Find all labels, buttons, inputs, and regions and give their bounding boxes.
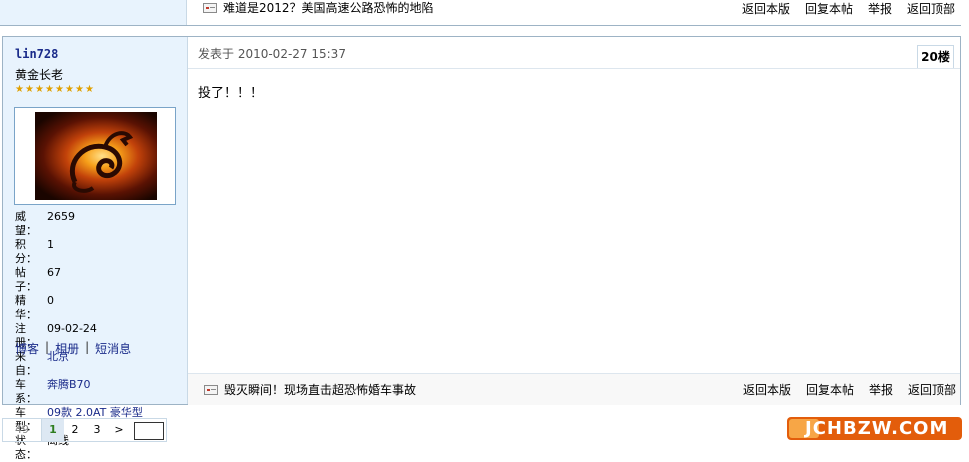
post-content: 投了！！！	[198, 86, 264, 101]
watermark-text: JCHBZW.COM	[805, 418, 949, 439]
total-pages: 49	[3, 419, 42, 441]
stat-value: 2659	[47, 210, 75, 223]
previous-post-title[interactable]: 难道是2012？美国高速公路恐怖的地陷	[223, 0, 434, 16]
page-link[interactable]: 2	[64, 419, 86, 441]
author-username[interactable]: lin728	[15, 47, 58, 61]
post-footer: 毁灭瞬间！现场直击超恐怖婚车事故 返回本版 回复本帖 举报 返回顶部	[188, 373, 960, 405]
stat-label: 威望：	[15, 210, 37, 237]
rank-star-icon: ★	[15, 84, 24, 95]
floor-number[interactable]: 20楼	[917, 45, 954, 68]
related-post-link[interactable]: 毁灭瞬间！现场直击超恐怖婚车事故	[204, 381, 416, 398]
pagination: 49 1 2 3 >	[2, 418, 167, 442]
separator: |	[85, 340, 90, 354]
dragon-icon	[69, 131, 134, 193]
related-post-title[interactable]: 毁灭瞬间！现场直击超恐怖婚车事故	[224, 381, 416, 398]
previous-post-actions: 返回本版 回复本帖 举报 返回顶部	[742, 0, 955, 17]
author-rank: 黄金长老	[15, 68, 64, 82]
message-link[interactable]: 短消息	[95, 340, 131, 357]
post-actions: 返回本版 回复本帖 举报 返回顶部	[743, 381, 956, 398]
stat-label: 帖子：	[15, 266, 37, 293]
previous-post-footer: 难道是2012？美国高速公路恐怖的地陷 返回本版 回复本帖 举报 返回顶部	[0, 0, 961, 26]
rank-star-icon: ★	[35, 84, 44, 95]
back-to-top-link[interactable]: 返回顶部	[907, 0, 955, 17]
stat-label: 精华：	[15, 294, 37, 321]
forum-post: lin728 黄金长老 ★ ★ ★ ★ ★ ★ ★ ★ 威望： 2659 积分： 1 帖子： 67 精华：…	[2, 36, 961, 461]
post-icon	[204, 384, 218, 395]
stat-value[interactable]: 奔腾B70	[47, 378, 91, 406]
author-stat-row: 帖子： 67	[15, 266, 143, 294]
stat-value: 1	[47, 238, 54, 251]
stat-value: 67	[47, 266, 61, 279]
report-link[interactable]: 举报	[869, 381, 893, 398]
author-stat-row: 车系： 奔腾B70	[15, 378, 143, 406]
stat-label: 积分：	[15, 238, 37, 265]
previous-post-author-column	[0, 0, 187, 25]
back-to-top-link[interactable]: 返回顶部	[908, 381, 956, 398]
post-timestamp: 发表于 2010-02-27 15:37	[198, 47, 346, 61]
album-link[interactable]: 相册	[55, 340, 79, 357]
back-to-board-link[interactable]: 返回本版	[742, 0, 790, 17]
post-body: 发表于 2010-02-27 15:37 20楼 投了！！！ 毁灭瞬间！现场直击…	[188, 37, 960, 405]
author-sidebar: lin728 黄金长老 ★ ★ ★ ★ ★ ★ ★ ★ 威望： 2659 积分： 1 帖子： 67 精华：…	[3, 37, 188, 461]
author-stat-row: 威望： 2659	[15, 210, 143, 238]
stat-value: 0	[47, 294, 54, 307]
rank-star-icon: ★	[65, 84, 74, 95]
stat-label: 车系：	[15, 378, 37, 405]
next-page-button[interactable]: >	[108, 419, 130, 441]
post-header: 发表于 2010-02-27 15:37 20楼	[188, 37, 960, 69]
rank-star-icon: ★	[75, 84, 84, 95]
back-to-board-link[interactable]: 返回本版	[743, 381, 791, 398]
reply-post-link[interactable]: 回复本帖	[806, 381, 854, 398]
author-rank-stars: ★ ★ ★ ★ ★ ★ ★ ★	[15, 85, 95, 95]
separator: |	[45, 340, 50, 354]
page-link[interactable]: 3	[86, 419, 108, 441]
page-jump-input[interactable]	[134, 422, 164, 440]
rank-star-icon: ★	[55, 84, 64, 95]
rank-star-icon: ★	[25, 84, 34, 95]
rank-star-icon: ★	[45, 84, 54, 95]
site-watermark: JCHBZW.COM	[787, 417, 962, 440]
author-stat-row: 积分： 1	[15, 238, 143, 266]
author-stat-row: 精华： 0	[15, 294, 143, 322]
report-link[interactable]: 举报	[868, 0, 892, 17]
avatar-image	[35, 112, 157, 200]
reply-post-link[interactable]: 回复本帖	[805, 0, 853, 17]
post-icon	[203, 2, 217, 13]
rank-star-icon: ★	[85, 84, 94, 95]
author-profile-links: 博客 | 相册 | 短消息	[15, 340, 131, 357]
avatar[interactable]	[14, 107, 176, 205]
previous-post-link[interactable]: 难道是2012？美国高速公路恐怖的地陷	[203, 0, 434, 15]
page-current: 1	[42, 419, 64, 441]
blog-link[interactable]: 博客	[15, 340, 39, 357]
